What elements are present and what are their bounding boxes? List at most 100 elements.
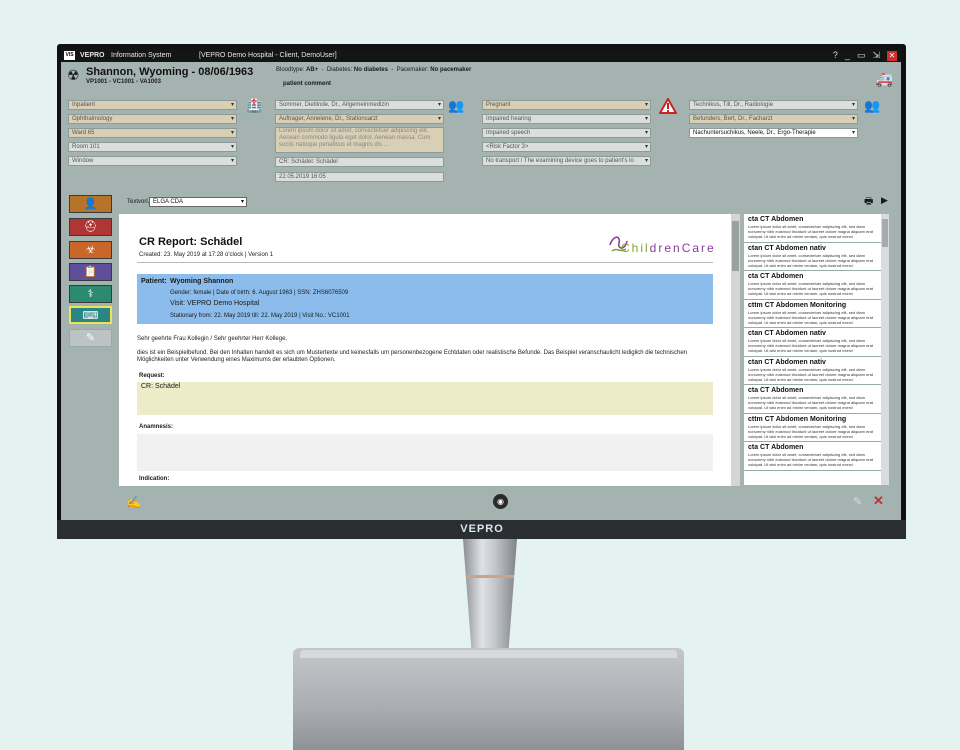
- report-greeting: Sehr geehrte Frau Kollegin / Sehr geehrt…: [137, 336, 288, 342]
- risk-factor-1-select[interactable]: Pregnant: [482, 100, 651, 110]
- list-item-title: cta CT Abdomen: [748, 444, 804, 451]
- hospital-icon: 🏥: [246, 98, 263, 113]
- list-item[interactable]: cta CT Abdomen Lorem ipsum dolor sit amet…: [744, 442, 881, 471]
- monitor-stand-ring: [466, 575, 514, 578]
- order-memo-field[interactable]: Lorem ipsum dolor sit amet, consectetuer…: [275, 127, 444, 153]
- bottom-toolbar: [61, 486, 901, 520]
- patient-info-box: Patient: Wyoming Shannon Gender: female …: [137, 274, 713, 324]
- list-item-text: Lorem ipsum dolor sit amet, consectetuer…: [748, 452, 873, 467]
- diabetes-value: No diabetes: [353, 67, 388, 73]
- list-item[interactable]: ctan CT Abdomen nativ Lorem ipsum dolor s…: [744, 243, 881, 271]
- procedure-field[interactable]: CR: Schädel: Schädel: [275, 157, 444, 167]
- list-item[interactable]: cttm CT Abdomen Monitoring Lorem ipsum do…: [744, 300, 881, 328]
- department-select[interactable]: Ophthalmology: [68, 114, 237, 124]
- titlebar: VIS VEPRO Information System [VEPRO Demo…: [61, 49, 901, 62]
- anamnesis-label: Anamnesis:: [139, 424, 174, 430]
- list-item-title: cta CT Abdomen: [748, 216, 804, 223]
- nav-patient-button[interactable]: 👤: [69, 195, 112, 213]
- list-item-text: Lorem ipsum dolor sit amet, consectetuer…: [748, 281, 873, 296]
- cancel-icon[interactable]: ✕: [873, 493, 884, 509]
- template-label: Textvorl.:: [127, 199, 152, 205]
- minimize-icon[interactable]: _: [845, 49, 850, 62]
- risk-factor-3-select[interactable]: Impaired speech: [482, 128, 651, 138]
- nav-keyboard-button[interactable]: ⌨: [69, 306, 112, 324]
- restore-icon[interactable]: ▭: [857, 49, 866, 62]
- list-item[interactable]: cta CT Abdomen Lorem ipsum dolor sit amet…: [744, 271, 881, 300]
- monitor-stand-base-top: [300, 650, 677, 658]
- dictation-icon[interactable]: ◉: [493, 494, 508, 509]
- app-logo: VIS: [64, 51, 75, 60]
- list-item-text: Lorem ipsum dolor sit amet, consectetuer…: [748, 395, 873, 410]
- physicians-group-icon: 👥: [448, 98, 465, 113]
- list-item-text: Lorem ipsum dolor sit amet, consectetuer…: [748, 366, 873, 382]
- ordering-physician-select[interactable]: Auftrager, Annelene, Dr., Stationsarzt: [275, 114, 444, 124]
- app-screen: VIS VEPRO Information System [VEPRO Demo…: [61, 49, 901, 520]
- patient-comment: patient comment: [283, 81, 332, 87]
- list-item-title: cttm CT Abdomen Monitoring: [748, 415, 847, 423]
- template-select[interactable]: ELGA CDA: [149, 197, 247, 207]
- approve-edit-icon[interactable]: ✍: [126, 495, 141, 509]
- list-item[interactable]: cta CT Abdomen Lorem ipsum dolor sit amet…: [744, 214, 881, 243]
- risk-factor-2-select[interactable]: Impaired hearing: [482, 114, 651, 124]
- bloodtype-value: AB+: [306, 67, 319, 73]
- report-created: Created: 23. May 2019 at 17:28 o'clock |…: [139, 252, 274, 258]
- nav-report-button[interactable]: 📋: [69, 263, 112, 281]
- title-divider: [137, 262, 713, 263]
- followup-physician-select[interactable]: Nachuntersuchikus, Neele, Dr., Ergo-Ther…: [689, 128, 858, 138]
- nav-doctor-button[interactable]: ⚕: [69, 285, 112, 303]
- list-item[interactable]: cttm CT Abdomen Monitoring Lorem ipsum do…: [744, 414, 881, 442]
- monitor-brand-logo: VEPRO: [460, 523, 504, 535]
- patient-ids: VP1001 - VC1001 - VA1003: [86, 79, 161, 85]
- patient-icon: 👤: [83, 198, 98, 210]
- staff-group-icon: 👥: [864, 98, 881, 113]
- request-label: Request:: [139, 373, 165, 379]
- ambulance-icon[interactable]: 🚑: [876, 71, 893, 88]
- patient-clinical-info: Bloodtype: AB+ - Diabetes: No diabetes -…: [276, 67, 472, 73]
- patient-type-select[interactable]: Inpatient: [68, 100, 237, 110]
- list-scrollbar[interactable]: [881, 214, 889, 485]
- report-title: CR Report: Schädel: [139, 236, 243, 248]
- patient-gender-icon: ☢: [67, 67, 80, 83]
- list-item[interactable]: cta CT Abdomen Lorem ipsum dolor sit amet…: [744, 385, 881, 414]
- request-value: CR: Schädel: [141, 383, 181, 390]
- text-block-list: cta CT Abdomen Lorem ipsum dolor sit amet…: [744, 214, 881, 485]
- doctor-icon: ⚕: [87, 288, 94, 300]
- logout-icon[interactable]: ⇲: [872, 49, 880, 62]
- close-icon[interactable]: ✕: [887, 50, 897, 61]
- list-scroll-thumb[interactable]: [882, 219, 888, 247]
- warning-icon: [659, 98, 677, 114]
- referring-physician-select[interactable]: Sommer, Dietlinde, Dr., Allgemeinmedizin: [275, 100, 444, 110]
- list-item[interactable]: ctan CT Abdomen nativ Lorem ipsum dolor s…: [744, 357, 881, 385]
- report-body: dies ist ein Beispielbefund. Bei den Inh…: [137, 350, 688, 363]
- list-item[interactable]: ctan CT Abdomen nativ Lorem ipsum dolor s…: [744, 328, 881, 357]
- patient-box-name: Wyoming Shannon: [170, 278, 234, 285]
- help-icon[interactable]: ?: [833, 49, 838, 62]
- window-title: [VEPRO Demo Hospital - Client, DemoUser]: [199, 52, 337, 59]
- nav-order-button[interactable]: ⛑: [69, 218, 112, 236]
- risk-factor-4-select[interactable]: <Risk Factor 3>: [482, 142, 651, 152]
- nav-exam-button[interactable]: ☣: [69, 241, 112, 259]
- play-icon[interactable]: ▶: [881, 195, 888, 206]
- list-item-title: cttm CT Abdomen Monitoring: [748, 301, 847, 309]
- diabetes-label: Diabetes:: [326, 67, 353, 73]
- technician-select[interactable]: Technikus, Till, Dr., Radiologie: [689, 100, 858, 110]
- patient-box-label: Patient:: [141, 278, 167, 285]
- order-icon: ⛑: [83, 221, 98, 233]
- bed-select[interactable]: Window: [68, 156, 237, 166]
- bloodtype-label: Bloodtype:: [276, 67, 305, 73]
- room-select[interactable]: Room 101: [68, 142, 237, 152]
- patient-box-stationary: Stationary from: 22. May 2019 till: 22. …: [170, 313, 350, 319]
- reporting-physician-select[interactable]: Befunders, Bert, Dr., Facharzt: [689, 114, 858, 124]
- patient-name: Shannon, Wyoming - 08/06/1963: [86, 66, 254, 78]
- anamnesis-box[interactable]: [137, 434, 713, 471]
- clipboard-icon: 📋: [83, 266, 98, 278]
- transport-select[interactable]: No transport / The examining device goes…: [482, 156, 651, 166]
- datetime-field[interactable]: 22.05.2019 16:05: [275, 172, 444, 182]
- nav-disabled-button: ✎: [69, 329, 112, 347]
- list-item-text: Lorem ipsum dolor sit amet, consectetuer…: [748, 224, 873, 239]
- document-scroll-thumb[interactable]: [732, 221, 739, 271]
- request-box[interactable]: [137, 382, 713, 415]
- logo-text-b: drenCare: [649, 241, 716, 255]
- print-icon[interactable]: 🖶: [864, 194, 873, 211]
- ward-select[interactable]: Ward 65: [68, 128, 237, 138]
